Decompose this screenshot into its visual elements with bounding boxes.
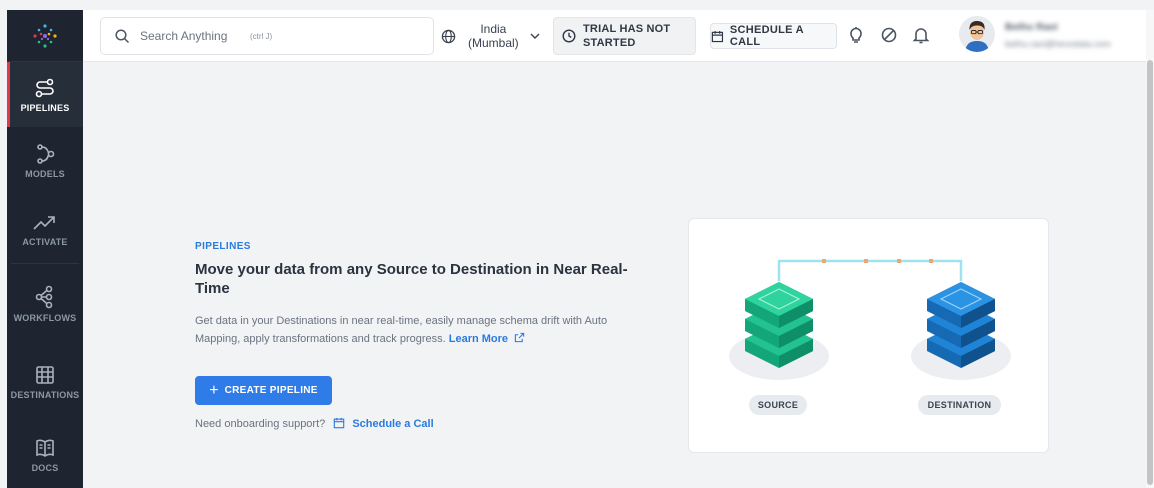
search-box[interactable]: (ctrl J): [100, 17, 434, 55]
sidebar: PIPELINES MODELS ACTIVATE WORKFLOWS DEST…: [7, 10, 83, 488]
support-text: Need onboarding support?: [195, 417, 326, 430]
sidebar-item-label: WORKFLOWS: [13, 313, 77, 323]
docs-icon: [36, 439, 54, 457]
create-pipeline-button[interactable]: + CREATE PIPELINE: [195, 376, 332, 405]
sidebar-item-pipelines[interactable]: PIPELINES: [7, 62, 83, 127]
whats-new-button[interactable]: [878, 24, 900, 46]
sidebar-item-label: DESTINATIONS: [10, 390, 80, 400]
region-city: (Mumbal): [468, 36, 519, 50]
pipeline-illustration: SOURCE DESTINATION: [688, 218, 1049, 453]
trial-status-line1: TRIAL HAS NOT: [583, 23, 671, 35]
notifications-button[interactable]: [910, 24, 932, 46]
workflows-icon: [35, 285, 53, 309]
source-label: SOURCE: [749, 395, 807, 415]
sidebar-item-label: PIPELINES: [20, 102, 70, 113]
search-icon: [115, 28, 130, 43]
section-label: PIPELINES: [195, 241, 251, 252]
ideas-button[interactable]: [845, 24, 867, 46]
scrollbar-thumb[interactable]: [1147, 60, 1153, 485]
app-window: PIPELINES MODELS ACTIVATE WORKFLOWS DEST…: [0, 0, 1154, 488]
sidebar-item-destinations[interactable]: DESTINATIONS: [7, 344, 83, 420]
page-title: Move your data from any Source to Destin…: [195, 261, 628, 297]
description-text: Get data in your Destinations in near re…: [195, 315, 608, 345]
sidebar-item-workflows[interactable]: WORKFLOWS: [7, 264, 83, 344]
sidebar-item-label: DOCS: [31, 463, 59, 473]
database-flow-illustration: [729, 259, 1011, 380]
trial-status-line2: STARTED: [583, 37, 636, 49]
search-shortcut-hint: (ctrl J): [250, 31, 273, 41]
calendar-icon: [711, 30, 724, 42]
hevo-logo-icon: [33, 23, 57, 48]
user-info[interactable]: Bethu Raoi bethu.raoi@hevodata.com: [1005, 22, 1111, 49]
user-email: bethu.raoi@hevodata.com: [1005, 39, 1111, 49]
sidebar-item-label: MODELS: [25, 169, 65, 179]
user-avatar-icon: [959, 16, 995, 52]
top-bar: (ctrl J) India (Mumbal) TRIAL HAS NOT: [83, 10, 1146, 62]
scrollbar[interactable]: [1146, 10, 1154, 488]
main-content: PIPELINES Move your data from any Source…: [83, 62, 1146, 488]
search-input[interactable]: [140, 29, 250, 43]
chevron-down-icon: [530, 33, 540, 39]
create-pipeline-label: CREATE PIPELINE: [224, 385, 318, 396]
page-description: Get data in your Destinations in near re…: [195, 312, 645, 348]
activate-icon: [33, 216, 55, 230]
brand-logo[interactable]: [7, 10, 83, 62]
schedule-call-button[interactable]: SCHEDULE A CALL: [710, 23, 837, 49]
onboarding-support: Need onboarding support? Schedule a Call: [195, 417, 434, 431]
region-country: India: [480, 22, 507, 36]
pipelines-icon: [35, 78, 54, 97]
planet-icon: [881, 27, 897, 43]
plus-icon: +: [209, 381, 219, 399]
trial-status-text: TRIAL HAS NOT STARTED: [583, 22, 670, 50]
models-icon: [37, 144, 55, 164]
schedule-call-link-label: Schedule a Call: [352, 418, 434, 430]
external-link-icon: [514, 332, 525, 343]
lightbulb-icon: [850, 27, 862, 43]
sidebar-item-label: ACTIVATE: [22, 237, 68, 247]
trial-status-badge: TRIAL HAS NOT STARTED: [553, 17, 696, 55]
bell-icon: [912, 28, 930, 44]
destinations-icon: [36, 366, 54, 384]
region-selector[interactable]: India (Mumbal): [441, 19, 541, 53]
sidebar-item-docs[interactable]: DOCS: [7, 420, 83, 488]
learn-more-label: Learn More: [448, 333, 509, 345]
clock-icon: [562, 29, 576, 43]
learn-more-link[interactable]: Learn More: [448, 332, 525, 345]
sidebar-item-models[interactable]: MODELS: [7, 127, 83, 195]
globe-icon: [441, 29, 456, 43]
user-name: Bethu Raoi: [1005, 22, 1058, 33]
calendar-icon: [333, 417, 345, 429]
avatar[interactable]: [959, 16, 995, 52]
schedule-call-label: SCHEDULE A CALL: [729, 24, 804, 48]
sidebar-item-activate[interactable]: ACTIVATE: [7, 195, 83, 263]
schedule-call-link[interactable]: Schedule a Call: [329, 417, 434, 430]
destination-label: DESTINATION: [918, 395, 1001, 415]
region-label: India (Mumbal): [468, 22, 519, 50]
